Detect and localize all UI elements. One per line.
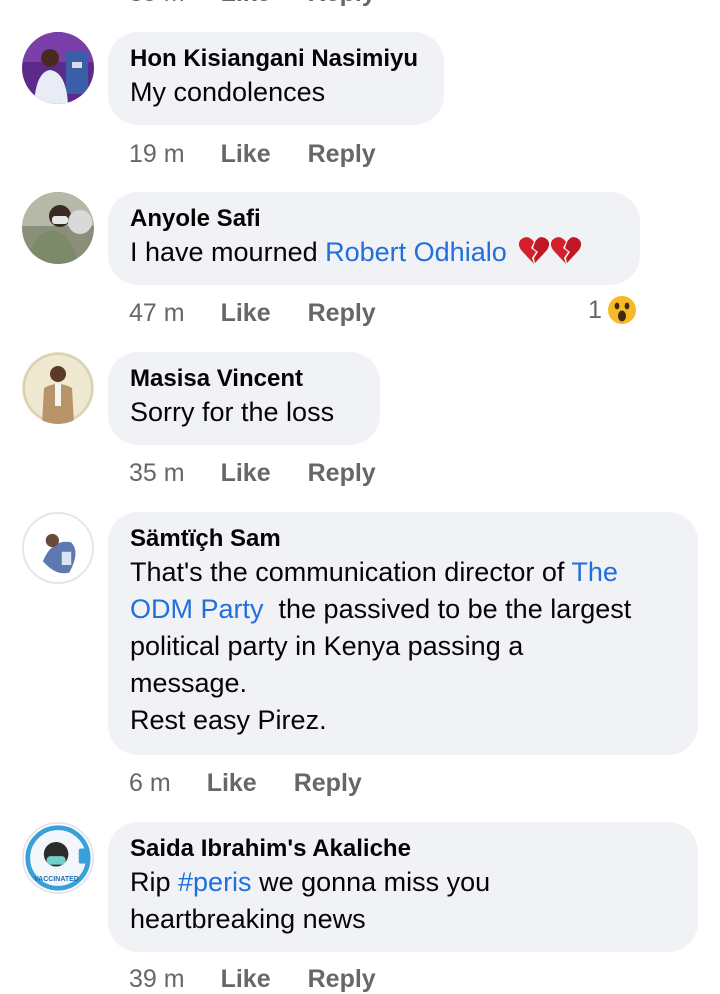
comment-text: I have mourned Robert Odhialo — [130, 234, 618, 271]
hashtag-link[interactable]: #peris — [178, 867, 252, 897]
reaction-count: 1 — [588, 295, 602, 324]
comment-time: 6 m — [129, 769, 171, 797]
comment-bubble: Hon Kisiangani Nasimiyu My condolences — [108, 32, 444, 125]
comment-text-part: I have mourned — [130, 237, 326, 267]
comment-text-line: heartbreaking news — [130, 904, 366, 934]
like-button[interactable]: Like — [221, 139, 271, 169]
comment-time: 39 m — [129, 965, 185, 993]
page-link[interactable]: ODM Party — [130, 594, 264, 624]
comment-bubble: Saida Ibrahim's Akaliche Rip #peris we g… — [108, 822, 698, 952]
avatar[interactable] — [22, 32, 94, 104]
comment-bubble: Masisa Vincent Sorry for the loss — [108, 352, 380, 445]
comment-time: 35 m — [129, 459, 185, 487]
comment-text-part: the passived to be the largest — [263, 594, 632, 624]
comment-text-part: That's the communication director of — [130, 557, 572, 587]
like-button[interactable]: Like — [221, 0, 271, 8]
comment-text: My condolences — [130, 77, 326, 107]
person-photo-avatar-icon — [24, 514, 92, 582]
reply-button[interactable]: Reply — [308, 964, 376, 994]
comment-text: Rip #peris we gonna miss you heartbreaki… — [130, 864, 676, 938]
avatar[interactable] — [22, 192, 94, 264]
avatar[interactable] — [22, 512, 94, 584]
reply-button[interactable]: Reply — [308, 0, 376, 8]
comment-time: 47 m — [129, 299, 185, 327]
comment-time: 19 m — [129, 140, 185, 168]
page-link[interactable]: The — [571, 557, 618, 587]
avatar-badge-label: VACCINATED — [34, 876, 79, 883]
like-button[interactable]: Like — [207, 768, 257, 798]
comment-actions: 6 m Like Reply — [129, 768, 362, 798]
comment-author[interactable]: Sämtïçh Sam — [130, 524, 676, 554]
comment-text-line: Rest easy Pirez. — [130, 705, 327, 735]
comment-bubble: Sämtïçh Sam That's the communication dir… — [108, 512, 698, 755]
mention-link[interactable]: Robert Odhialo — [325, 237, 507, 267]
comment-bubble: Anyole Safi I have mourned Robert Odhial… — [108, 192, 640, 285]
comment-actions: 47 m Like Reply — [129, 298, 376, 328]
comment-text: That's the communication director of The… — [130, 554, 676, 739]
comment-time: 35 m — [129, 0, 185, 8]
comment-actions: 39 m Like Reply — [129, 964, 376, 994]
like-button[interactable]: Like — [221, 964, 271, 994]
like-button[interactable]: Like — [221, 298, 271, 328]
comment-author[interactable]: Hon Kisiangani Nasimiyu — [130, 44, 422, 74]
comment-author[interactable]: Anyole Safi — [130, 204, 618, 234]
comment-actions-top: 35 m Like Reply — [129, 0, 376, 8]
broken-heart-emoji-icon — [551, 237, 582, 264]
like-button[interactable]: Like — [221, 458, 271, 488]
comment-text-part: we gonna miss you — [251, 867, 491, 897]
comment-author[interactable]: Masisa Vincent — [130, 364, 358, 394]
comment-actions: 35 m Like Reply — [129, 458, 376, 488]
reply-button[interactable]: Reply — [308, 458, 376, 488]
comment-text: Sorry for the loss — [130, 397, 335, 427]
reply-button[interactable]: Reply — [294, 768, 362, 798]
avatar[interactable] — [22, 352, 94, 424]
man-in-suit-avatar-icon — [22, 352, 94, 424]
wow-reaction-icon — [605, 294, 638, 326]
reply-button[interactable]: Reply — [308, 298, 376, 328]
comment-actions: 19 m Like Reply — [129, 139, 376, 169]
broken-heart-emoji-icon — [519, 237, 550, 264]
comment-author[interactable]: Saida Ibrahim's Akaliche — [130, 834, 676, 864]
masked-person-avatar-icon — [22, 192, 94, 264]
reply-button[interactable]: Reply — [308, 139, 376, 169]
person-at-podium-avatar-icon — [22, 32, 94, 104]
comment-text-part: Rip — [130, 867, 179, 897]
comment-text-line: political party in Kenya passing a — [130, 631, 524, 661]
avatar[interactable]: VACCINATED — [22, 822, 94, 894]
comment-text-line: message. — [130, 668, 248, 698]
reaction-summary[interactable]: 1 — [588, 294, 638, 326]
